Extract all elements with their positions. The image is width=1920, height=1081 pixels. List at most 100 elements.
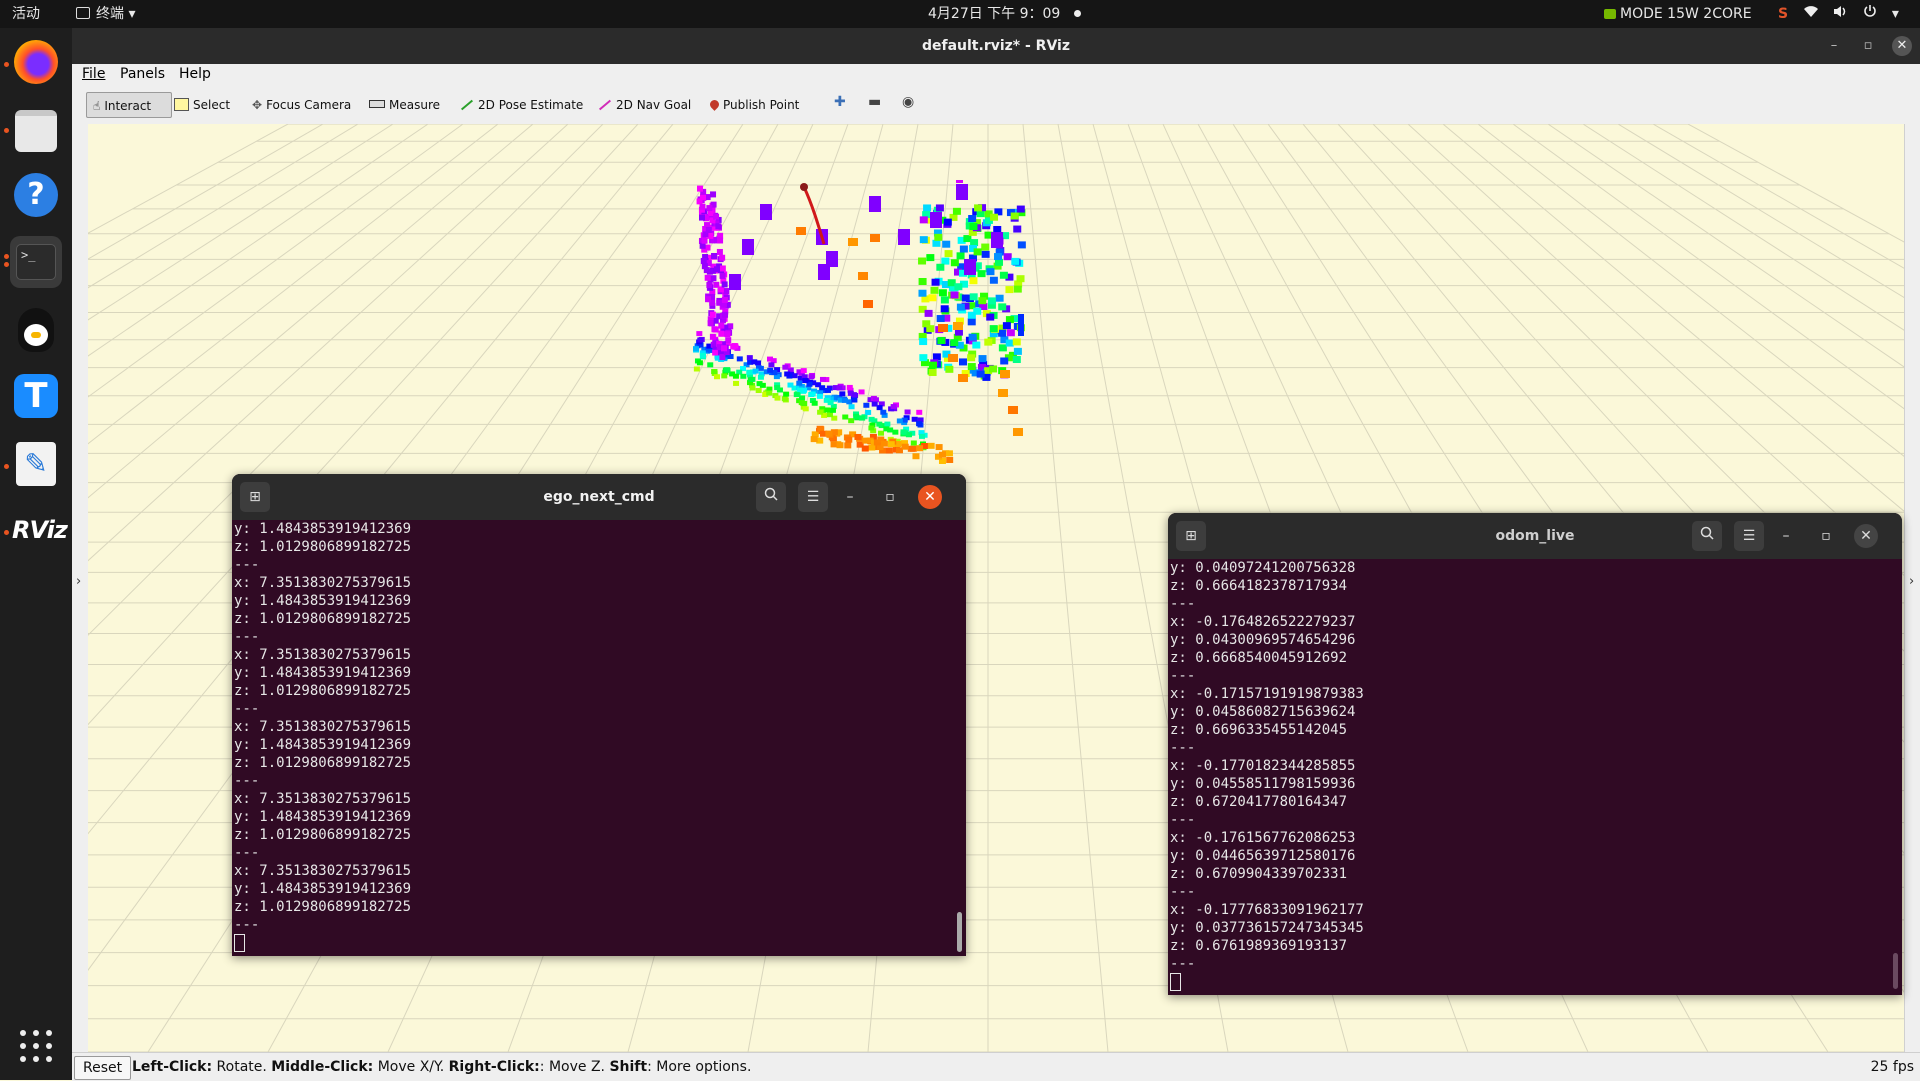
eye-icon[interactable]: ◉ (902, 94, 914, 110)
minimize-button[interactable]: – (838, 485, 862, 509)
reset-button[interactable]: Reset (74, 1056, 132, 1080)
system-tray[interactable]: S ▾ (1768, 0, 1899, 28)
dock-todesk[interactable]: T (10, 370, 62, 422)
dock-files[interactable] (10, 102, 62, 154)
terminal-window-odom-live[interactable]: ⊞ odom_live ☰ – ▫ ✕ y: 0.040972412007563… (1168, 513, 1902, 995)
tool-focus-camera[interactable]: ✥ Focus Camera (252, 92, 351, 118)
close-button[interactable]: ✕ (1854, 524, 1878, 548)
dock: ? >_ T ✎ RViz (0, 28, 72, 1080)
terminal-output[interactable]: y: 0.04097241200756328 z: 0.6664182378717… (1168, 559, 1902, 995)
nvidia-mode-indicator[interactable]: MODE 15W 2CORE (1604, 0, 1752, 28)
tool-select-label: Select (193, 98, 231, 112)
rviz-icon: RViz (12, 516, 68, 544)
terminal-line: z: 1.0129806899182725 (234, 755, 412, 771)
menu-panels[interactable]: Panels (120, 66, 165, 82)
clock[interactable]: 4月27日 下午 9：09 (928, 0, 1082, 28)
maximize-button[interactable]: ▫ (878, 485, 902, 509)
menu-help[interactable]: Help (179, 66, 211, 82)
terminal-header[interactable]: ⊞ ego_next_cmd ☰ – ▫ ✕ (232, 474, 966, 520)
power-icon[interactable] (1863, 0, 1877, 28)
toolbar: ☝ Interact Select ✥ Focus Camera Measure 2… (72, 86, 1920, 125)
terminal-line: x: 7.3513830275379615 (234, 791, 412, 807)
app-menu[interactable]: 终端 ▾ (76, 0, 135, 28)
hint-key: Right-Click: (448, 1059, 540, 1075)
dock-rviz[interactable]: RViz (10, 504, 68, 556)
menu-file[interactable]: File (82, 66, 105, 82)
terminal-line: z: 1.0129806899182725 (234, 611, 412, 627)
dock-help[interactable]: ? (10, 169, 62, 221)
hint-key: Shift (609, 1059, 648, 1075)
hamburger-menu-button[interactable]: ☰ (798, 482, 828, 512)
maximize-button[interactable]: ▫ (1858, 36, 1878, 56)
terminal-line: y: 1.4843853919412369 (234, 665, 412, 681)
remove-tool-button[interactable]: ▬ (868, 94, 881, 110)
left-panel-collapsed[interactable] (72, 124, 89, 1052)
right-panel-collapsed[interactable] (1904, 124, 1920, 1052)
terminal-line: --- (234, 701, 260, 717)
input-method-icon[interactable]: S (1778, 0, 1788, 28)
terminal-window-ego-next-cmd[interactable]: ⊞ ego_next_cmd ☰ – ▫ ✕ y: 1.484385391941… (232, 474, 966, 956)
clock-label: 4月27日 下午 9：09 (928, 6, 1061, 22)
tool-select[interactable]: Select (174, 92, 230, 118)
volume-icon[interactable] (1833, 0, 1849, 28)
terminal-line: --- (1170, 596, 1196, 612)
running-indicator (4, 262, 9, 267)
terminal-line: z: 1.0129806899182725 (234, 539, 412, 555)
dock-terminal[interactable]: >_ (10, 236, 62, 288)
terminal-line: x: -0.17776833091962177 (1170, 902, 1364, 918)
status-bar: Reset Left-Click: Rotate. Middle-Click: … (72, 1052, 1920, 1081)
tool-publish-point[interactable]: Publish Point (708, 92, 800, 118)
minimize-button[interactable]: – (1824, 36, 1844, 56)
terminal-line: x: 7.3513830275379615 (234, 575, 412, 591)
tool-measure[interactable]: Measure (369, 92, 440, 118)
show-apps-button[interactable] (20, 1030, 52, 1062)
dock-qq[interactable] (10, 304, 62, 356)
select-box-icon (174, 98, 189, 111)
new-tab-button[interactable]: ⊞ (1176, 521, 1206, 551)
rviz-titlebar[interactable]: default.rviz* - RViz – ▫ ✕ (72, 28, 1920, 64)
terminal-line: y: 1.4843853919412369 (234, 521, 412, 537)
green-arrow-icon (460, 99, 474, 111)
window-title: default.rviz* - RViz (921, 38, 1070, 54)
scrollbar[interactable] (1893, 953, 1898, 989)
wifi-icon[interactable] (1803, 0, 1819, 28)
search-button[interactable] (756, 482, 786, 512)
close-button[interactable]: ✕ (918, 485, 942, 509)
minimize-button[interactable]: – (1774, 524, 1798, 548)
terminal-icon: >_ (16, 244, 56, 280)
running-indicator (4, 530, 9, 535)
close-button[interactable]: ✕ (1892, 36, 1912, 56)
dock-text-editor[interactable]: ✎ (10, 438, 62, 490)
tool-interact[interactable]: ☝ Interact (86, 92, 172, 118)
terminal-line: x: -0.17157191919879383 (1170, 686, 1364, 702)
activities-button[interactable]: 活动 (12, 0, 40, 28)
add-tool-button[interactable]: ✚ (834, 94, 846, 110)
running-indicator (4, 62, 9, 67)
terminal-line: --- (1170, 740, 1196, 756)
terminal-prompt[interactable] (234, 934, 966, 952)
hint-key: Middle-Click: (271, 1059, 374, 1075)
terminal-line: y: 0.04465639712580176 (1170, 848, 1356, 864)
tool-2d-nav-goal[interactable]: 2D Nav Goal (598, 92, 691, 118)
scrollbar[interactable] (957, 912, 962, 952)
terminal-output[interactable]: y: 1.4843853919412369 z: 1.01298068991827… (232, 520, 966, 956)
terminal-line: x: -0.1770182344285855 (1170, 758, 1356, 774)
new-tab-button[interactable]: ⊞ (240, 482, 270, 512)
tool-publish-point-label: Publish Point (723, 98, 800, 112)
terminal-line: z: 1.0129806899182725 (234, 899, 412, 915)
chevron-down-icon[interactable]: ▾ (1892, 0, 1899, 28)
terminal-prompt[interactable] (1170, 973, 1902, 991)
search-button[interactable] (1692, 521, 1722, 551)
terminal-line: z: 1.0129806899182725 (234, 683, 412, 699)
tool-2d-pose-estimate[interactable]: 2D Pose Estimate (460, 92, 583, 118)
hamburger-menu-button[interactable]: ☰ (1734, 521, 1764, 551)
dock-firefox[interactable] (10, 36, 62, 88)
terminal-line: --- (1170, 812, 1196, 828)
cursor (234, 934, 245, 952)
cursor (1170, 973, 1181, 991)
terminal-line: y: 0.04558511798159936 (1170, 776, 1356, 792)
tool-2d-pose-estimate-label: 2D Pose Estimate (478, 98, 584, 112)
search-icon (764, 487, 778, 501)
terminal-header[interactable]: ⊞ odom_live ☰ – ▫ ✕ (1168, 513, 1902, 559)
maximize-button[interactable]: ▫ (1814, 524, 1838, 548)
